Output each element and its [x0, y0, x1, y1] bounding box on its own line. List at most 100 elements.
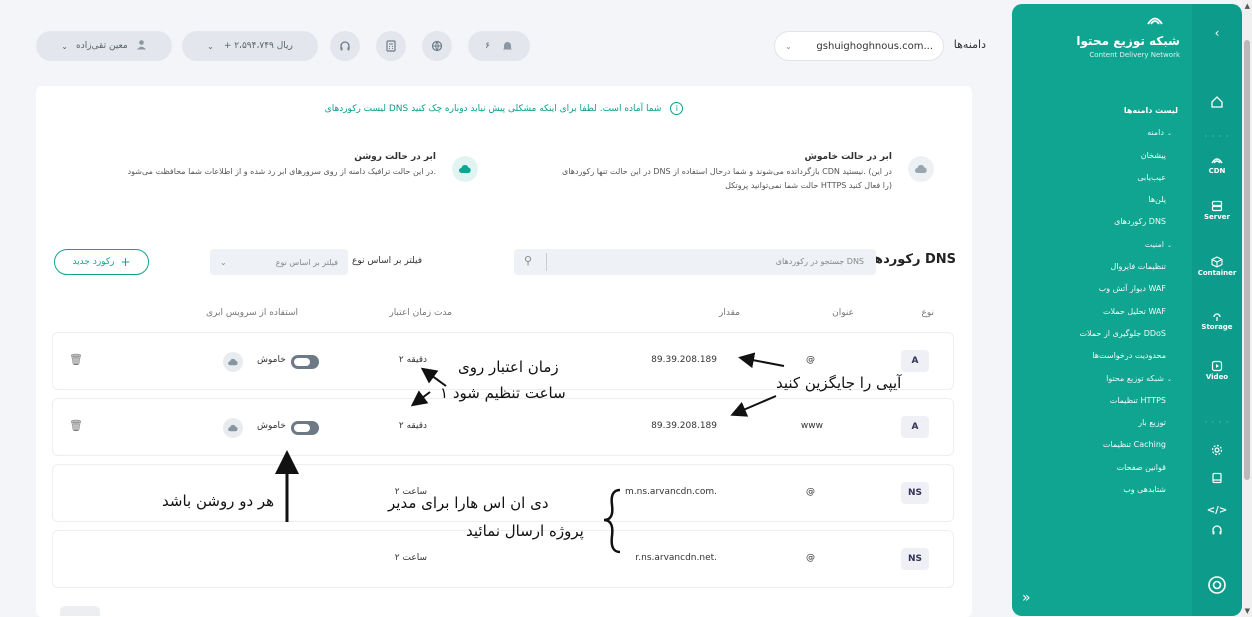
headset-icon[interactable] [1192, 524, 1242, 536]
sidebar-item-waf-analysis[interactable]: تحلیل حملات WAF [1012, 301, 1192, 323]
double-chevron-down-icon[interactable]: » [1022, 590, 1031, 606]
table-row[interactable]: A www 89.39.208.189 ۲ دقیقه خاموش 🗑 [52, 398, 954, 456]
sidebar-item-load-balance[interactable]: توزیع بار [1012, 412, 1192, 434]
scroll-down-arrow-icon[interactable]: ▼ [1245, 607, 1250, 615]
language-button[interactable] [422, 31, 452, 61]
scroll-up-arrow-icon[interactable]: ▲ [1245, 2, 1250, 10]
scroll-thumb[interactable] [1244, 40, 1250, 480]
col-head-value: مقدار [719, 308, 740, 318]
rail-divider: · · · · [1204, 418, 1230, 427]
sidebar-menu: لیست دامنه‌ها دامنه ⌄ پیشخان عیب‌یابی پلن… [1012, 100, 1192, 501]
notification-count: ۶ [485, 41, 490, 51]
sidebar-item-plans[interactable]: پلن‌ها [1012, 189, 1192, 211]
filter-label: فیلتر بر اساس نوع [352, 256, 423, 266]
record-value: m.ns.arvancdn.com. [625, 487, 717, 497]
delete-trash-icon[interactable]: 🗑 [69, 353, 83, 366]
balance-menu[interactable]: ⌄ + ۲،۵۹۴،۷۴۹ ریال [182, 31, 318, 61]
cloud-icon [223, 352, 243, 372]
support-headset-button[interactable] [330, 31, 360, 61]
home-icon[interactable] [1192, 96, 1242, 108]
sidebar-item-dns-records[interactable]: رکوردهای DNS [1012, 211, 1192, 233]
domain-label: دامنه‌ها [953, 38, 986, 51]
sidebar-item-waf[interactable]: دیوار آتش وب WAF [1012, 278, 1192, 300]
plus-icon: + [120, 255, 131, 269]
cloud-toggle[interactable] [291, 355, 319, 369]
cloud-toggle[interactable] [291, 421, 319, 435]
cloud-status: خاموش [257, 421, 286, 431]
rail-item-storage[interactable]: Storage [1192, 310, 1242, 331]
record-type: A [901, 416, 929, 438]
storage-icon [1213, 313, 1221, 321]
notifications-button[interactable]: ۶ [468, 31, 530, 61]
user-icon [136, 39, 147, 53]
arvan-logo-icon [1192, 574, 1242, 596]
chevron-down-icon: ⌄ [207, 41, 214, 51]
settings-gear-icon[interactable] [1192, 444, 1242, 456]
record-name: @ [806, 355, 815, 365]
chevron-down-icon: ⌄ [785, 41, 792, 51]
rail-item-cdn[interactable]: CDN [1192, 154, 1242, 175]
sidebar-group-security[interactable]: امنیت ⌄ [1012, 234, 1192, 256]
sidebar-item-domain-list[interactable]: لیست دامنه‌ها [1012, 100, 1192, 122]
domain-select[interactable]: ⌄ gshuighoghnous.com... [774, 31, 944, 61]
rail-item-container[interactable]: Container [1192, 256, 1242, 277]
annotation-ttl-line2: ۱ ساعت تنظیم شود [440, 384, 566, 402]
sidebar-item-https[interactable]: تنظیمات HTTPS [1012, 390, 1192, 412]
bell-icon [502, 42, 512, 51]
chevron-down-icon: ⌄ [1166, 241, 1172, 249]
annotation-ns-line2: پروژه ارسال نمائید [466, 522, 584, 540]
sidebar-item-troubleshoot[interactable]: عیب‌یابی [1012, 167, 1192, 189]
record-ttl: ۲ دقیقه [398, 421, 427, 431]
account-balance: + ۲،۵۹۴،۷۴۹ ریال [223, 41, 293, 51]
cdn-logo-icon [1146, 12, 1164, 31]
record-type: NS [901, 548, 929, 570]
user-menu[interactable]: ⌄ معین تقی‌زاده [36, 31, 172, 61]
sidebar-item-acceleration[interactable]: شتابدهی وب [1012, 479, 1192, 501]
record-name: www [800, 421, 823, 431]
search-placeholder: جستجو در رکوردهای DNS [775, 257, 864, 266]
sidebar-item-page-rules[interactable]: قوانین صفحات [1012, 457, 1192, 479]
info-message: لیست رکوردهای DNS شما آماده است. لطفا بر… [324, 104, 662, 114]
chevron-down-icon: ⌄ [1166, 130, 1172, 138]
sidebar-item-dashboard[interactable]: پیشخان [1012, 145, 1192, 167]
record-type: NS [901, 482, 929, 504]
collapse-chevron-icon[interactable]: ‹ [1192, 22, 1242, 41]
product-rail: ‹ · · · · CDN Server Container Storage V… [1192, 4, 1242, 616]
mode-off-title: ابر در حالت خاموش [804, 152, 892, 162]
sidebar-item-firewall[interactable]: تنظیمات فایروال [1012, 256, 1192, 278]
search-icon[interactable]: ⚲ [524, 254, 532, 267]
sidebar-item-rate-limit[interactable]: محدودیت درخواست‌ها [1012, 345, 1192, 367]
record-name: @ [806, 487, 815, 497]
cloud-on-icon [452, 156, 478, 182]
rail-item-video[interactable]: Video [1192, 360, 1242, 381]
user-name: معین تقی‌زاده [75, 41, 128, 51]
record-name: @ [806, 553, 815, 563]
sidebar-group-cdn[interactable]: شبکه توزیع محتوا ⌄ [1012, 368, 1192, 390]
rail-item-server[interactable]: Server [1192, 200, 1242, 221]
page-scrollbar[interactable]: ▲ ▼ [1242, 0, 1252, 617]
domain-select-value: gshuighoghnous.com... [816, 40, 933, 52]
sidebar-group-domain[interactable]: دامنه ⌄ [1012, 122, 1192, 144]
annotation-ns-line1: دی ان اس هارا برای مدیر [388, 494, 549, 512]
chevron-down-icon: ⌄ [1166, 375, 1172, 383]
calculator-button[interactable] [376, 31, 406, 61]
server-icon [1211, 200, 1223, 212]
dns-search-input[interactable]: جستجو در رکوردهای DNS ⚲ [514, 249, 876, 275]
add-record-button[interactable]: رکورد جدید + [54, 249, 149, 275]
calculator-icon [386, 40, 396, 52]
monitor-icon[interactable] [1192, 472, 1242, 484]
mode-off-box: ابر در حالت خاموش در این حالت تنها رکورد… [562, 152, 892, 193]
sidebar-brand: شبکه توزیع محتوا Content Delivery Networ… [1076, 34, 1180, 59]
record-ttl: ۲ ساعت [394, 553, 427, 563]
col-head-cloud: استفاده از سرویس ابری [205, 308, 298, 318]
code-icon[interactable]: </> [1192, 498, 1242, 517]
pagination-stub [60, 606, 100, 616]
delete-trash-icon[interactable]: 🗑 [69, 419, 83, 432]
sidebar-item-ddos[interactable]: جلوگیری از حملات DDoS [1012, 323, 1192, 345]
globe-icon [431, 40, 443, 52]
sidebar-item-caching[interactable]: تنظیمات Caching [1012, 434, 1192, 456]
record-value: 89.39.208.189 [651, 355, 717, 365]
type-filter-select[interactable]: ⌄ فیلتر بر اساس نوع [210, 249, 348, 275]
cloud-status: خاموش [257, 355, 286, 365]
mode-on-desc: در این حالت ترافیک دامنه از روی سرورهای … [127, 167, 436, 176]
